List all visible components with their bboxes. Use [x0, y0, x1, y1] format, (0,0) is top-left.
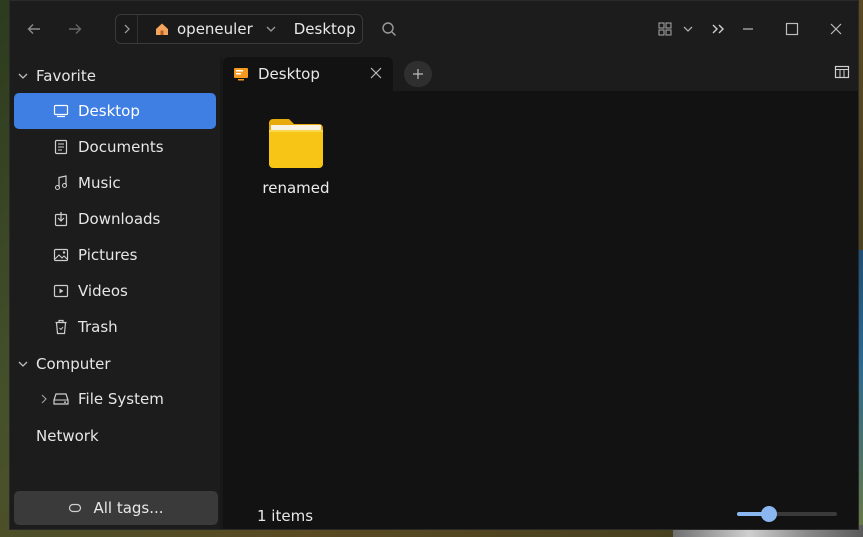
file-manager-window: openeuler Desktop Favorite Desktop Docum… — [9, 0, 859, 530]
sidebar-item-label: File System — [78, 390, 164, 408]
downloads-icon — [52, 210, 70, 228]
sidebar-group-label: Favorite — [36, 67, 96, 85]
view-mode-dropdown[interactable] — [674, 15, 702, 43]
grid-view-icon — [658, 22, 672, 36]
double-chevron-icon — [712, 24, 724, 34]
desktop-folder-icon — [233, 67, 249, 81]
desktop-icon — [52, 102, 70, 120]
sidebar-item-videos[interactable]: Videos — [14, 273, 216, 309]
zoom-slider[interactable] — [737, 504, 839, 524]
status-item-count: 1 items — [257, 507, 314, 525]
sidebar-item-trash[interactable]: Trash — [14, 309, 216, 345]
home-icon — [156, 23, 168, 35]
sidebar-item-pictures[interactable]: Pictures — [14, 237, 216, 273]
sidebar-item-downloads[interactable]: Downloads — [14, 201, 216, 237]
sidebar-item-label: Documents — [78, 138, 164, 156]
videos-icon — [52, 282, 70, 300]
folder-icon — [269, 119, 323, 168]
maximize-button[interactable] — [778, 15, 806, 43]
more-button[interactable] — [705, 15, 733, 43]
breadcrumb-expand-button[interactable] — [116, 15, 138, 43]
chevron-right-icon — [124, 24, 130, 34]
close-window-button[interactable] — [822, 15, 850, 43]
documents-icon — [52, 138, 70, 156]
folder-item[interactable]: renamed — [259, 117, 333, 197]
forward-button[interactable] — [61, 15, 89, 43]
chevron-right-icon[interactable] — [40, 393, 48, 405]
sidebar-group-label: Network — [36, 427, 99, 445]
add-tab-button[interactable] — [404, 61, 432, 87]
sidebar-group-network[interactable]: Network — [10, 418, 220, 454]
close-icon — [370, 67, 382, 79]
tab-label: Desktop — [258, 65, 320, 83]
sidebar-item-label: Desktop — [78, 102, 140, 120]
chevron-down-icon — [266, 26, 276, 32]
chevron-down-icon — [10, 359, 36, 369]
search-icon — [382, 22, 396, 36]
maximize-icon — [785, 22, 799, 36]
pictures-icon — [52, 246, 70, 264]
sidebar-group-label: Computer — [36, 355, 111, 373]
zoom-slider-handle[interactable] — [760, 506, 777, 522]
folder-name: renamed — [262, 179, 330, 197]
breadcrumb[interactable]: openeuler Desktop — [115, 14, 363, 44]
arrow-right-icon — [69, 24, 82, 34]
close-tab-button[interactable] — [369, 66, 383, 80]
trash-icon — [52, 318, 70, 336]
breadcrumb-home[interactable]: openeuler — [154, 20, 253, 38]
search-button[interactable] — [375, 15, 403, 43]
sidebar-item-label: Videos — [78, 282, 128, 300]
music-icon — [52, 174, 70, 192]
close-icon — [830, 23, 842, 35]
columns-icon — [834, 65, 850, 79]
arrow-left-icon — [27, 24, 40, 34]
tag-icon — [69, 503, 82, 513]
plus-icon — [413, 69, 423, 79]
toggle-details-button[interactable] — [834, 65, 850, 79]
sidebar-item-label: Downloads — [78, 210, 161, 228]
sidebar-group-computer[interactable]: Computer — [10, 346, 220, 382]
main-content: Desktop renamed 1 items — [223, 57, 858, 529]
breadcrumb-dropdown[interactable] — [265, 24, 277, 34]
tab-desktop[interactable]: Desktop — [223, 57, 393, 91]
minimize-button[interactable] — [734, 15, 762, 43]
sidebar-item-music[interactable]: Music — [14, 165, 216, 201]
sidebar-group-favorite[interactable]: Favorite — [10, 58, 220, 94]
sidebar-item-desktop[interactable]: Desktop — [14, 93, 216, 129]
toolbar: openeuler Desktop — [10, 1, 858, 57]
breadcrumb-home-label: openeuler — [177, 20, 253, 38]
minimize-icon — [743, 28, 753, 30]
drive-icon — [52, 390, 70, 408]
tab-bar: Desktop — [223, 57, 858, 91]
sidebar-item-file-system[interactable]: File System — [14, 381, 216, 417]
sidebar-item-label: Pictures — [78, 246, 138, 264]
all-tags-label: All tags... — [93, 499, 164, 517]
breadcrumb-current[interactable]: Desktop — [294, 20, 356, 38]
chevron-down-icon — [10, 71, 36, 81]
back-button[interactable] — [20, 15, 48, 43]
all-tags-button[interactable]: All tags... — [14, 491, 218, 525]
sidebar-item-label: Music — [78, 174, 121, 192]
sidebar-item-label: Trash — [78, 318, 118, 336]
chevron-down-icon — [683, 26, 693, 32]
sidebar: Favorite Desktop Documents Music Downloa… — [10, 57, 220, 529]
sidebar-item-documents[interactable]: Documents — [14, 129, 216, 165]
